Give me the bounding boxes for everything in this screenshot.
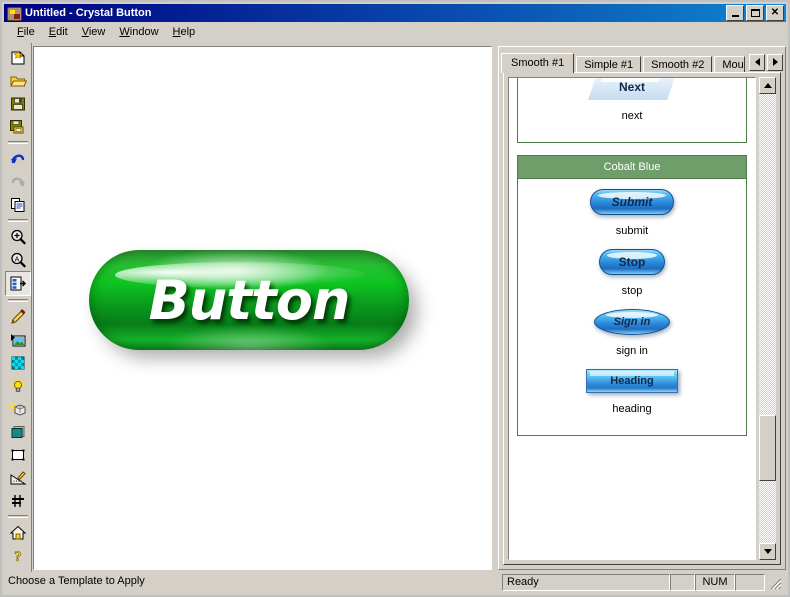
tab-simple-1[interactable]: Simple #1 (576, 56, 642, 73)
menu-window[interactable]: Window (112, 24, 165, 40)
template-caption: heading (612, 403, 652, 415)
toolbar-separator (7, 141, 28, 144)
template-group: Cobalt Blue Submit submit Stop stop Sign… (517, 155, 747, 436)
app-icon (6, 6, 22, 21)
template-caption: next (621, 110, 643, 122)
tab-scroll-buttons (747, 53, 783, 71)
canvas-button-preview[interactable]: Button (89, 250, 419, 360)
menu-bar: File Edit View Window Help (4, 22, 786, 42)
shape-icon[interactable] (6, 443, 30, 466)
light-effect-icon[interactable] (6, 397, 30, 420)
align-icon[interactable] (6, 489, 30, 512)
tab-mouseover[interactable]: Mouseove (714, 56, 745, 73)
redo-icon[interactable] (6, 170, 30, 193)
tab-scroll-right-button[interactable] (767, 53, 783, 71)
window-controls: ✕ (726, 5, 786, 21)
template-group-items: Next next (518, 78, 746, 142)
menu-view[interactable]: View (75, 24, 113, 40)
tab-smooth-2[interactable]: Smooth #2 (643, 56, 713, 73)
template-group-items: Submit submit Stop stop Sign in sign in … (518, 179, 746, 435)
sample-button-stop[interactable]: Stop (599, 249, 665, 275)
window-title: Untitled - Crystal Button (25, 7, 152, 19)
image-icon[interactable] (6, 328, 30, 351)
template-caption: stop (621, 285, 643, 297)
template-group: Next next (517, 78, 747, 143)
status-panel-blank-2 (735, 574, 765, 591)
template-list[interactable]: Next next Cobalt Blue Submit submit Stop… (508, 77, 756, 560)
triangle-up-icon (763, 83, 772, 88)
save-all-icon[interactable] (6, 115, 30, 138)
undo-icon[interactable] (6, 147, 30, 170)
template-group-header: Cobalt Blue (518, 156, 746, 179)
scroll-up-button[interactable] (759, 77, 776, 94)
sample-button-label: Stop (618, 255, 646, 269)
menu-file[interactable]: File (10, 24, 42, 40)
new-icon[interactable] (6, 46, 30, 69)
text-pencil-icon[interactable] (6, 305, 30, 328)
tool-palette: A ? (4, 43, 32, 572)
svg-text:?: ? (14, 549, 22, 565)
template-item-heading[interactable]: Heading heading (518, 369, 746, 415)
status-num-indicator: NUM (695, 574, 735, 591)
texture-icon[interactable] (6, 351, 30, 374)
template-caption: sign in (616, 345, 648, 357)
button-label: Button (148, 268, 351, 332)
status-panel-blank-1 (670, 574, 695, 591)
sample-button-signin[interactable]: Sign in (594, 309, 670, 335)
triangle-down-icon (763, 549, 772, 554)
template-item-stop[interactable]: Stop stop (518, 249, 746, 297)
color-fill-icon[interactable] (6, 420, 30, 443)
toolbar-separator (7, 299, 28, 302)
scrollbar-track[interactable] (759, 94, 776, 543)
status-state: Ready (502, 574, 670, 591)
toolbar-separator (7, 515, 28, 518)
zoom-actual-icon[interactable]: A (6, 248, 30, 271)
sample-button-next[interactable]: Next (588, 78, 676, 100)
tab-scroll-left-button[interactable] (749, 53, 765, 71)
chevron-right-icon (772, 58, 778, 66)
canvas-area[interactable]: Button (33, 46, 492, 570)
menu-help[interactable]: Help (166, 24, 203, 40)
toolbar-separator (7, 219, 28, 222)
template-tabs: Smooth #1 Simple #1 Smooth #2 Mouseove (501, 51, 783, 73)
design-icon[interactable] (6, 466, 30, 489)
zoom-in-icon[interactable] (6, 225, 30, 248)
svg-text:A: A (14, 256, 19, 263)
light-bulb-icon[interactable] (6, 374, 30, 397)
copy-icon[interactable] (6, 193, 30, 216)
templates-panel: Smooth #1 Simple #1 Smooth #2 Mouseove (498, 46, 786, 570)
apply-template-icon[interactable] (4, 271, 31, 296)
title-bar: Untitled - Crystal Button ✕ (4, 4, 786, 22)
tab-smooth-1[interactable]: Smooth #1 (501, 53, 575, 73)
template-item-signin[interactable]: Sign in sign in (518, 309, 746, 357)
close-button[interactable]: ✕ (766, 5, 784, 21)
template-caption: submit (615, 225, 649, 237)
help-icon[interactable]: ? (6, 544, 30, 567)
minimize-button[interactable] (726, 5, 744, 21)
open-folder-icon[interactable] (6, 69, 30, 92)
resize-grip[interactable] (768, 576, 782, 590)
menu-edit[interactable]: Edit (42, 24, 75, 40)
sample-button-label: Next (618, 80, 645, 94)
tab-content: Next next Cobalt Blue Submit submit Stop… (503, 72, 781, 565)
status-bar: Choose a Template to Apply Ready NUM (4, 572, 786, 593)
scroll-down-button[interactable] (759, 543, 776, 560)
template-item-submit[interactable]: Submit submit (518, 189, 746, 237)
chevron-left-icon (754, 58, 760, 66)
template-list-scrollbar[interactable] (759, 77, 776, 560)
status-hint: Choose a Template to Apply (8, 575, 145, 587)
save-icon[interactable] (6, 92, 30, 115)
sample-button-heading[interactable]: Heading (586, 369, 678, 393)
maximize-button[interactable] (746, 5, 764, 21)
application-window: Untitled - Crystal Button ✕ File Edit Vi… (0, 0, 790, 597)
sample-button-label: Submit (611, 195, 653, 209)
home-icon[interactable] (6, 521, 30, 544)
scrollbar-thumb[interactable] (759, 415, 776, 481)
template-item-next[interactable]: Next next (518, 78, 746, 122)
sample-button-label: Heading (610, 375, 654, 387)
sample-button-submit[interactable]: Submit (590, 189, 674, 215)
sample-button-label: Sign in (613, 316, 651, 328)
